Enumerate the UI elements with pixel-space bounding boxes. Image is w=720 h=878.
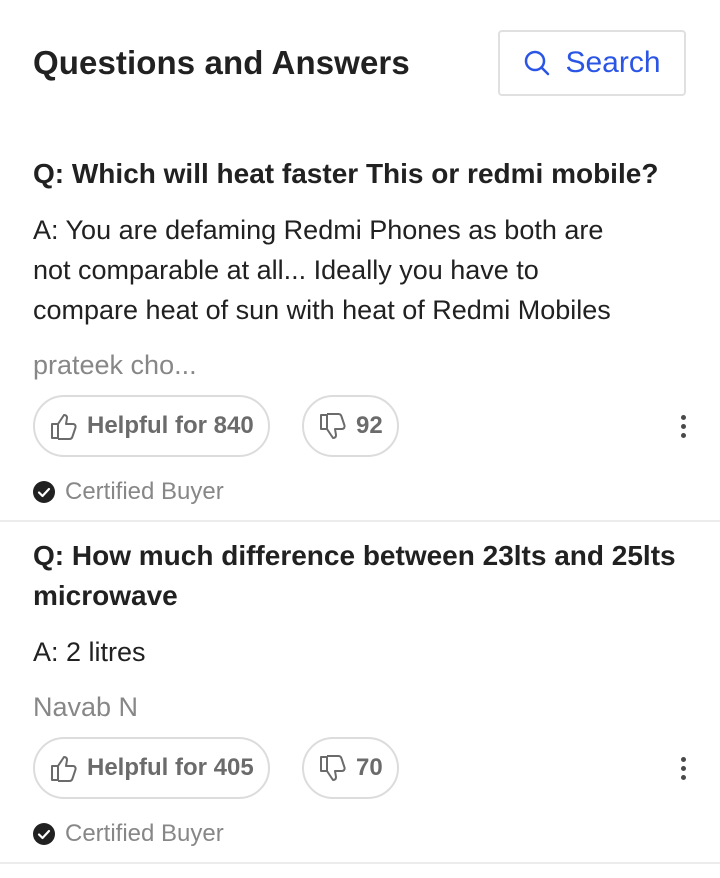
qa-item: Q: How much difference between 23lts and… (0, 520, 720, 864)
dislike-button[interactable]: 70 (302, 737, 399, 799)
question-line: Q: How much difference between 23lts and… (33, 540, 676, 571)
thumbs-up-icon (49, 753, 79, 783)
thumbs-down-icon (318, 411, 348, 441)
answer-line: A: You are defaming Redmi Phones as both… (33, 215, 604, 245)
answer-text: A: 2 litres (33, 637, 146, 667)
check-circle-icon (33, 823, 55, 845)
more-options-button[interactable] (672, 748, 694, 788)
search-icon (523, 49, 551, 77)
helpful-label: Helpful for 840 (87, 412, 254, 439)
certified-label: Certified Buyer (65, 820, 224, 847)
author-name: Navab N (33, 692, 139, 722)
answer-line: not comparable at all... Ideally you hav… (33, 255, 539, 285)
more-vertical-icon (680, 423, 686, 429)
certified-buyer-badge: Certified Buyer (33, 820, 224, 848)
page-title: Questions and Answers (33, 44, 410, 81)
search-button-label: Search (565, 46, 661, 79)
qa-header: Questions and Answers Search (0, 0, 720, 130)
search-button[interactable]: Search (498, 30, 686, 96)
more-vertical-icon (680, 774, 686, 780)
thumbs-up-icon (49, 411, 79, 441)
author-name: prateek cho... (33, 350, 197, 380)
more-vertical-icon (680, 765, 686, 771)
more-vertical-icon (680, 414, 686, 420)
answer-text: A: You are defaming Redmi Phones as both… (33, 210, 693, 330)
dislike-count: 70 (356, 754, 383, 781)
more-vertical-icon (680, 432, 686, 438)
helpful-button[interactable]: Helpful for 405 (33, 737, 270, 799)
certified-label: Certified Buyer (65, 478, 224, 505)
thumbs-down-icon (318, 753, 348, 783)
question-text: Q: Which will heat faster This or redmi … (33, 158, 659, 189)
dislike-button[interactable]: 92 (302, 395, 399, 457)
dislike-count: 92 (356, 412, 383, 439)
check-circle-icon (33, 481, 55, 503)
more-options-button[interactable] (672, 406, 694, 446)
certified-buyer-badge: Certified Buyer (33, 478, 224, 506)
helpful-button[interactable]: Helpful for 840 (33, 395, 270, 457)
more-vertical-icon (680, 756, 686, 762)
answer-line: compare heat of sun with heat of Redmi M… (33, 295, 611, 325)
question-text: Q: How much difference between 23lts and… (33, 536, 703, 616)
question-line: microwave (33, 580, 178, 611)
qa-item: Q: Which will heat faster This or redmi … (0, 130, 720, 522)
helpful-label: Helpful for 405 (87, 754, 254, 781)
